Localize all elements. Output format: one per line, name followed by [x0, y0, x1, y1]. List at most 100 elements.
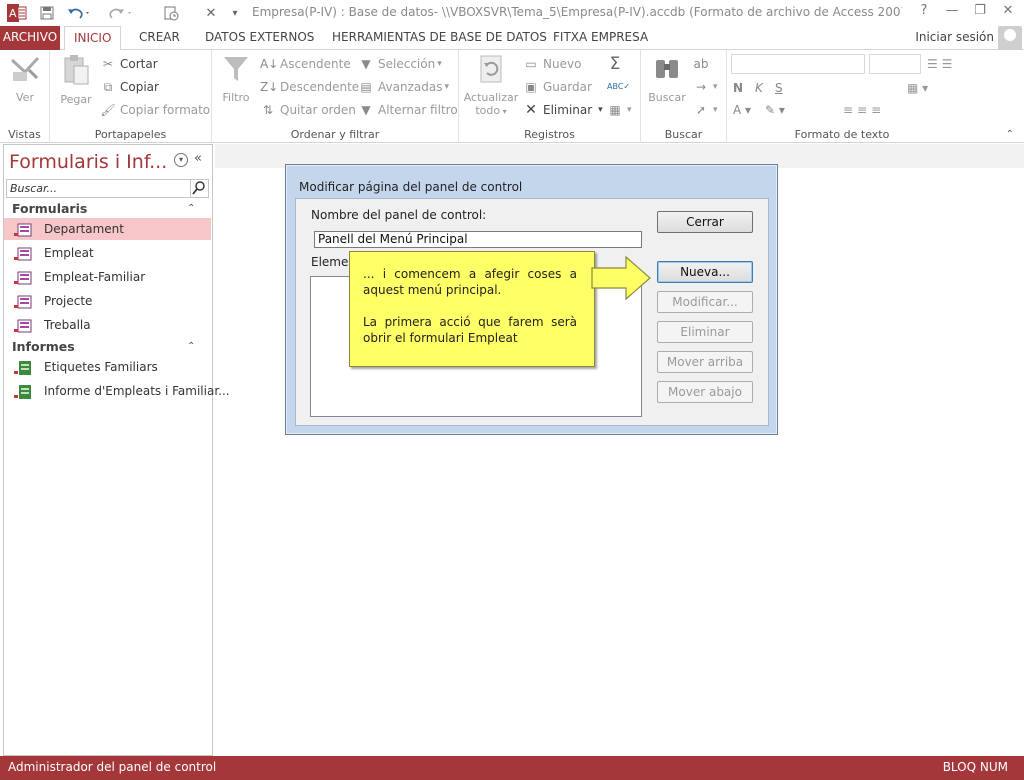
help-button[interactable]: ? — [912, 3, 936, 23]
copiar-formato-label: Copiar formato — [120, 103, 211, 117]
eliminar-dialog-button[interactable]: Eliminar — [657, 321, 753, 343]
ver-button[interactable]: Ver — [6, 54, 44, 104]
tab-archivo[interactable]: ARCHIVO — [0, 26, 60, 50]
tab-crear[interactable]: CREAR — [130, 26, 189, 50]
cerrar-button[interactable]: Cerrar — [657, 211, 753, 233]
underline-button[interactable]: S — [775, 78, 783, 98]
spelling-button[interactable]: ABC✓ — [607, 77, 630, 97]
copiar-button[interactable]: ⧉ Copiar — [100, 77, 159, 97]
tab-datos-externos[interactable]: DATOS EXTERNOS — [196, 26, 323, 50]
ver-label: Ver — [16, 91, 34, 104]
gridlines-button[interactable]: ▦ ▾ — [907, 78, 928, 98]
tab-herramientas[interactable]: HERRAMIENTAS DE BASE DE DATOS — [323, 26, 556, 50]
nav-item-projecte[interactable]: Projecte — [4, 290, 211, 312]
toggle-filter-icon: ▼ — [361, 103, 371, 117]
tab-fitxa-empresa[interactable]: FITXA EMPRESA — [544, 26, 657, 50]
new-record-icon: ▭ — [525, 57, 537, 71]
list-buttons[interactable]: ☰ ☰ — [927, 54, 952, 74]
italic-button[interactable]: K — [755, 78, 763, 98]
minimize-button[interactable]: — — [940, 3, 964, 23]
cortar-button[interactable]: ✂ Cortar — [100, 54, 158, 74]
modificar-button[interactable]: Modificar... — [657, 291, 753, 313]
list-icons: ☰ ☰ — [927, 57, 953, 71]
hourglass-icon[interactable] — [160, 3, 182, 23]
alternar-filtro-button[interactable]: ▼ Alternar filtro — [358, 100, 457, 120]
sigma-icon: Σ — [609, 54, 621, 74]
search-icon[interactable] — [190, 180, 208, 197]
nav-title[interactable]: Formularis i Inf... — [9, 151, 167, 173]
chevron-up-icon[interactable]: ⌃ — [187, 203, 195, 214]
nav-search-input[interactable]: Buscar... — [6, 179, 209, 198]
nav-item-empleat[interactable]: Empleat — [4, 242, 211, 264]
chevron-up-icon[interactable]: ⌃ — [187, 341, 195, 352]
save-icon[interactable] — [36, 3, 58, 23]
more-button[interactable]: ▦ ▾ — [607, 100, 631, 120]
descendente-button[interactable]: Z↓ Descendente — [260, 77, 359, 97]
goto-button[interactable]: → ▾ — [693, 77, 718, 97]
pegar-button[interactable]: Pegar — [56, 54, 96, 106]
replace-button[interactable]: ab — [693, 54, 713, 74]
switchboard-name-input[interactable]: Panell del Menú Principal — [314, 231, 642, 248]
report-icon — [14, 384, 32, 399]
selection-filter-icon: ▼ — [361, 57, 371, 71]
gridlines-icon: ▦ ▾ — [907, 81, 929, 95]
tab-inicio[interactable]: INICIO — [64, 26, 122, 51]
nav-item-departament[interactable]: Departament — [4, 218, 211, 240]
grid-icon: ▦ — [609, 103, 621, 117]
undo-icon[interactable] — [64, 3, 94, 23]
guardar-button[interactable]: ▣ Guardar — [523, 77, 592, 97]
font-name-combo[interactable] — [731, 54, 865, 74]
avatar[interactable] — [998, 26, 1022, 50]
guardar-label: Guardar — [543, 80, 592, 94]
collapse-ribbon-icon[interactable]: ⌃ — [1006, 129, 1014, 140]
redo-icon[interactable] — [106, 3, 136, 23]
nueva-button[interactable]: Nueva... — [657, 261, 753, 283]
font-color-button[interactable]: A ▾ — [733, 100, 751, 120]
scissors-icon: ✂ — [102, 57, 114, 71]
customize-dropdown-icon[interactable]: ▾ — [226, 3, 244, 23]
buscar-label: Buscar — [648, 91, 686, 104]
section-informes[interactable]: Informes — [12, 339, 75, 354]
nuevo-label: Nuevo — [543, 57, 582, 71]
delete-x-icon: ✕ — [525, 102, 537, 118]
highlight-button[interactable]: ✎ ▾ — [765, 100, 785, 120]
close-button[interactable]: ✕ — [996, 3, 1020, 23]
ribbon: Ver Vistas Pegar ✂ Cortar ⧉ Copiar 🖌 Copiar… — [0, 50, 1024, 143]
sort-ascending-icon: A↓ — [260, 57, 279, 71]
eliminar-button[interactable]: ✕ Eliminar ▾ — [523, 100, 603, 120]
seleccion-button[interactable]: ▼ Selección ▾ — [358, 54, 441, 74]
group-vistas: Ver Vistas — [0, 50, 50, 143]
access-logo-icon: A — [4, 3, 30, 23]
close-x-icon[interactable]: ✕ — [202, 3, 220, 23]
nav-item-informe-empleats[interactable]: Informe d'Empleats i Familiar... — [4, 380, 230, 402]
buscar-button[interactable]: Buscar — [645, 54, 689, 104]
section-formularis[interactable]: Formularis — [12, 201, 87, 216]
nav-collapse-icon[interactable]: « — [194, 151, 202, 166]
quitar-orden-button[interactable]: ⇅ Quitar orden — [260, 100, 356, 120]
nav-item-treballa[interactable]: Treballa — [4, 314, 211, 336]
nuevo-button[interactable]: ▭ Nuevo — [523, 54, 581, 74]
copiar-formato-button[interactable]: 🖌 Copiar formato — [100, 100, 210, 120]
nav-item-etiquetes-familiars[interactable]: Etiquetes Familiars — [4, 356, 211, 378]
filtro-button[interactable]: Filtro — [218, 54, 254, 104]
mover-arriba-button[interactable]: Mover arriba — [657, 351, 753, 373]
nav-item-empleat-familiar[interactable]: Empleat-Familiar — [4, 266, 211, 288]
access-window: A ✕ ▾ Empresa(P-IV) : Base de datos- \\V… — [0, 0, 1024, 780]
totals-button[interactable]: Σ — [607, 54, 627, 74]
sign-in-link[interactable]: Iniciar sesión — [915, 30, 994, 44]
font-size-combo[interactable] — [869, 54, 921, 74]
select-button[interactable]: ➚ ▾ — [693, 100, 718, 120]
ascendente-button[interactable]: A↓ Ascendente — [260, 54, 351, 74]
nav-item-label: Etiquetes Familiars — [44, 360, 158, 374]
avanzadas-button[interactable]: ▤ Avanzadas ▾ — [358, 77, 449, 97]
ribbon-tabs: ARCHIVO INICIO CREAR DATOS EXTERNOS HERR… — [0, 26, 1024, 51]
align-buttons[interactable]: ≡≡≡ — [843, 100, 885, 120]
navigation-pane: Formularis i Inf... ▾ « Buscar... Formul… — [3, 144, 230, 756]
nav-dropdown-icon[interactable]: ▾ — [174, 153, 188, 167]
restore-button[interactable]: ❐ — [968, 3, 992, 23]
report-icon — [14, 360, 32, 375]
switchboard-name-label: Nombre del panel de control: — [311, 208, 487, 222]
mover-abajo-button[interactable]: Mover abajo — [657, 381, 753, 403]
actualizar-todo-button[interactable]: Actualizar todo ▾ — [463, 54, 519, 117]
bold-button[interactable]: N — [733, 78, 743, 98]
